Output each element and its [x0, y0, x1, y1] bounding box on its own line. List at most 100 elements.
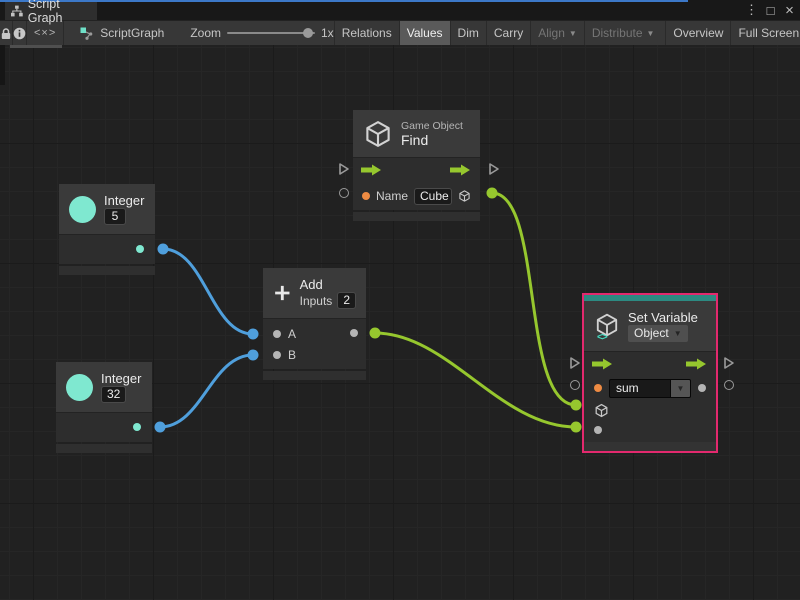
graph-name-label[interactable]: ScriptGraph — [100, 26, 164, 40]
inputs-count-field[interactable]: 2 — [337, 292, 356, 309]
flow-in-arrow-icon[interactable] — [592, 358, 614, 370]
script-graph-icon — [80, 27, 94, 40]
add-body[interactable]: A B — [263, 318, 366, 369]
graph-canvas[interactable]: Integer 5 Integer 32 — [0, 45, 800, 600]
fullscreen-label: Full Screen — [738, 26, 799, 40]
node-footer — [353, 212, 480, 221]
integer-5-body[interactable] — [59, 234, 155, 264]
name-value-field[interactable]: Cube — [414, 188, 452, 205]
node-integer-5[interactable]: Integer 5 — [59, 184, 155, 275]
node-set-variable[interactable]: <> Set Variable Object ▼ — [582, 293, 718, 453]
wire-endpoint — [248, 350, 259, 361]
value-input-port[interactable] — [594, 426, 602, 434]
wire-endpoint — [155, 422, 166, 433]
name-port-label: Name — [376, 189, 408, 203]
scope-value: Object — [634, 325, 669, 342]
sum-output-port[interactable] — [350, 329, 358, 337]
integer-32-header[interactable]: Integer 32 — [56, 362, 152, 412]
node-footer — [584, 442, 716, 451]
variable-name-value[interactable]: sum — [609, 379, 671, 398]
find-body[interactable]: Name Cube — [353, 157, 480, 210]
overview-label: Overview — [673, 26, 723, 40]
variable-name-dropdown-button[interactable]: ▼ — [671, 379, 691, 398]
node-footer — [59, 266, 155, 275]
node-title: Integer — [101, 371, 141, 386]
dock-handle — [10, 45, 62, 48]
wire-find-to-setvar-object[interactable] — [492, 193, 576, 405]
wire-integer32-to-add-b[interactable] — [160, 355, 253, 427]
set-variable-header[interactable]: <> Set Variable Object ▼ — [584, 301, 716, 351]
input-a-port[interactable] — [273, 330, 281, 338]
node-game-object-find[interactable]: Game Object Find Name Cube — [353, 110, 480, 221]
integer-icon — [66, 374, 93, 401]
setvar-flow-in-ext-port[interactable] — [569, 356, 581, 370]
chevron-down-icon: ▼ — [677, 384, 685, 393]
integer-32-body[interactable] — [56, 412, 152, 442]
relations-label: Relations — [342, 26, 392, 40]
focus-accent-line — [0, 0, 688, 2]
game-object-input-port-icon[interactable] — [594, 403, 609, 418]
add-header[interactable]: Add Inputs 2 — [263, 268, 366, 318]
node-integer-32[interactable]: Integer 32 — [56, 362, 152, 453]
variable-name-combobox[interactable]: sum ▼ — [609, 379, 691, 398]
close-icon[interactable]: × — [781, 2, 798, 19]
relations-button[interactable]: Relations — [334, 21, 399, 45]
align-label: Align — [538, 26, 565, 40]
game-object-output-port-icon[interactable] — [458, 188, 471, 204]
toolbar-buttons: Relations Values Dim Carry Align ▼ Distr… — [334, 21, 800, 45]
zoom-control: Zoom 1x — [190, 21, 333, 45]
set-variable-icon: <> — [594, 312, 620, 341]
find-flow-out-ext-port[interactable] — [488, 162, 500, 176]
overview-button[interactable]: Overview — [665, 21, 730, 45]
lock-button[interactable] — [0, 21, 13, 45]
distribute-button[interactable]: Distribute ▼ — [584, 21, 662, 45]
find-name-ext-port[interactable] — [339, 188, 349, 198]
dim-button[interactable]: Dim — [450, 21, 486, 45]
value-output-port[interactable] — [698, 384, 706, 392]
flow-out-arrow-icon[interactable] — [686, 358, 708, 370]
chevron-down-icon: ▼ — [647, 29, 655, 38]
integer-5-header[interactable]: Integer 5 — [59, 184, 155, 234]
integer-output-port[interactable] — [136, 245, 144, 253]
setvar-flow-out-ext-port[interactable] — [723, 356, 735, 370]
maximize-icon[interactable]: □ — [762, 3, 779, 18]
integer-output-port[interactable] — [133, 423, 141, 431]
fullscreen-button[interactable]: Full Screen — [730, 21, 800, 45]
carry-label: Carry — [494, 26, 523, 40]
node-title: Set Variable — [628, 310, 698, 325]
find-header[interactable]: Game Object Find — [353, 110, 480, 157]
code-icon: <×> — [34, 27, 56, 39]
setvar-name-ext-port[interactable] — [570, 380, 580, 390]
integer-32-value-field[interactable]: 32 — [101, 386, 126, 403]
integer-5-value-field[interactable]: 5 — [104, 208, 126, 225]
integer-icon — [69, 196, 96, 223]
find-flow-in-ext-port[interactable] — [338, 162, 350, 176]
values-button[interactable]: Values — [399, 21, 450, 45]
setvar-output-ext-port[interactable] — [724, 380, 734, 390]
info-button[interactable] — [13, 21, 27, 45]
zoom-slider[interactable] — [227, 32, 315, 34]
wire-endpoint — [370, 328, 381, 339]
name-input-port[interactable] — [362, 192, 370, 200]
align-button[interactable]: Align ▼ — [530, 21, 584, 45]
variable-scope-dropdown[interactable]: Object ▼ — [628, 325, 688, 342]
input-b-label: B — [288, 348, 296, 362]
graph-hierarchy-icon — [11, 5, 23, 17]
wire-endpoint — [248, 329, 259, 340]
node-add[interactable]: Add Inputs 2 A B — [263, 268, 366, 380]
input-b-port[interactable] — [273, 351, 281, 359]
variable-code-glyph: <> — [597, 332, 607, 343]
carry-button[interactable]: Carry — [486, 21, 530, 45]
window-menu-icon[interactable]: ⋮ — [743, 2, 760, 18]
tab-script-graph[interactable]: Script Graph — [5, 2, 97, 20]
variable-name-port[interactable] — [594, 384, 602, 392]
node-title: Find — [401, 132, 463, 148]
wire-integer5-to-add-a[interactable] — [163, 249, 253, 334]
wire-add-to-setvar-value[interactable] — [375, 333, 576, 427]
node-title: Integer — [104, 193, 144, 208]
zoom-slider-handle[interactable] — [303, 28, 313, 38]
flow-in-arrow-icon[interactable] — [361, 164, 383, 176]
input-a-label: A — [288, 327, 296, 341]
set-variable-body[interactable]: sum ▼ — [584, 351, 716, 440]
flow-out-arrow-icon[interactable] — [450, 164, 472, 176]
